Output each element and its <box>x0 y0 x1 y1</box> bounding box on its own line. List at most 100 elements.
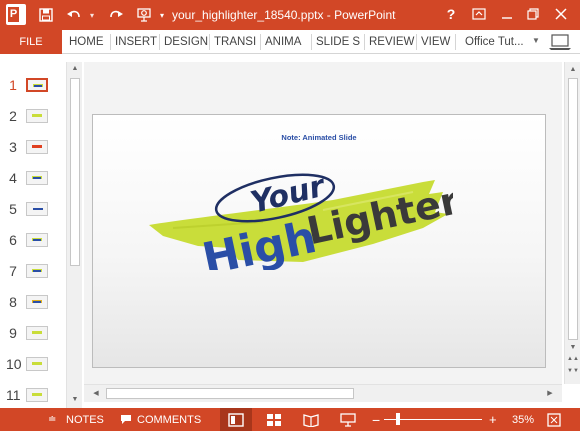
tab-slide-show[interactable]: SLIDE S <box>316 30 360 54</box>
save-icon[interactable] <box>36 5 56 25</box>
slide-horizontal-scrollbar[interactable]: ◀ ▶ <box>84 384 562 402</box>
fit-slide-icon[interactable] <box>547 408 561 431</box>
slide-thumbnail[interactable] <box>26 388 48 402</box>
horizontal-scroll-thumb[interactable] <box>106 388 354 399</box>
tab-view[interactable]: VIEW <box>421 30 450 54</box>
start-slideshow-icon[interactable] <box>134 5 154 25</box>
slide-number: 5 <box>9 201 17 217</box>
slide-thumbnail[interactable] <box>26 109 48 123</box>
normal-view-icon[interactable] <box>228 408 244 431</box>
tab-review[interactable]: REVIEW <box>369 30 414 54</box>
slide-thumbnail[interactable] <box>26 326 48 340</box>
slide-vertical-scrollbar[interactable]: ▲ ▼ ▲▲ ▼▼ <box>564 62 580 384</box>
thumbnail-row[interactable]: 10 <box>0 354 66 374</box>
scroll-right-icon[interactable]: ▶ <box>542 389 558 397</box>
tab-insert[interactable]: INSERT <box>115 30 157 54</box>
window-title: your_highlighter_18540.pptx - PowerPoint <box>172 8 396 22</box>
notes-icon[interactable]: ≐ <box>48 408 56 431</box>
slide-number: 10 <box>6 356 22 372</box>
previous-slide-icon[interactable]: ▲▲ <box>565 356 580 362</box>
zoom-in-icon[interactable]: + <box>489 408 497 431</box>
slide-number: 4 <box>9 170 17 186</box>
thumbnail-row[interactable]: 5 <box>0 199 66 219</box>
thumbnail-row[interactable]: 3 <box>0 137 66 157</box>
thumbnail-mark <box>32 331 42 334</box>
tab-animations[interactable]: ANIMA <box>265 30 301 54</box>
slide-number: 11 <box>6 387 21 403</box>
thumbnail-scroll-thumb[interactable] <box>70 78 80 266</box>
powerpoint-logo-icon[interactable]: P <box>6 4 26 25</box>
slide-canvas[interactable]: Note: Animated Slide Your High Lighter <box>92 114 546 368</box>
minimize-icon[interactable] <box>496 4 518 24</box>
slide-number: 3 <box>9 139 17 155</box>
redo-icon[interactable] <box>106 5 126 25</box>
thumbnail-row[interactable]: 9 <box>0 323 66 343</box>
thumbnail-mark <box>33 239 41 241</box>
your-highlighter-logo[interactable]: Your High Lighter <box>143 170 453 270</box>
slide-thumbnail[interactable] <box>26 140 48 154</box>
slide-thumbnail[interactable] <box>26 233 48 247</box>
thumbnail-row[interactable]: 6 <box>0 230 66 250</box>
tab-divider <box>209 34 210 50</box>
slideshow-view-icon[interactable] <box>340 408 356 431</box>
scroll-down-icon[interactable]: ▼ <box>565 344 580 351</box>
scroll-down-icon[interactable]: ▼ <box>67 396 83 403</box>
account-dropdown-icon[interactable]: ▼ <box>532 36 540 45</box>
ribbon-tabs: FILE HOME INSERT DESIGN TRANSI ANIMA SLI… <box>0 30 580 54</box>
slide-number: 2 <box>9 108 17 124</box>
slide-thumbnail-pane: 1 2 3 4 5 6 7 8 9 10 11 <box>0 62 66 408</box>
tab-divider <box>260 34 261 50</box>
slide-number: 1 <box>9 77 17 93</box>
ribbon-display-options-icon[interactable] <box>468 4 490 24</box>
zoom-percentage[interactable]: 35% <box>512 408 534 431</box>
slide-sorter-icon[interactable] <box>266 408 282 431</box>
comments-button[interactable]: COMMENTS <box>137 408 201 431</box>
laptop-avatar-icon[interactable] <box>547 33 573 51</box>
thumbnail-row[interactable]: 4 <box>0 168 66 188</box>
slide-number: 9 <box>9 325 17 341</box>
slide-scroll-thumb[interactable] <box>568 78 578 340</box>
restore-icon[interactable] <box>522 4 544 24</box>
tab-transitions[interactable]: TRANSI <box>214 30 256 54</box>
zoom-slider-knob[interactable] <box>396 413 400 425</box>
close-icon[interactable] <box>550 4 572 24</box>
scroll-up-icon[interactable]: ▲ <box>67 65 83 72</box>
thumbnail-mark <box>32 362 42 365</box>
tab-file[interactable]: FILE <box>0 30 62 54</box>
thumbnail-mark <box>34 85 42 87</box>
slide-thumbnail[interactable] <box>26 171 48 185</box>
thumbnail-mark <box>32 114 42 117</box>
help-icon[interactable]: ? <box>440 4 462 24</box>
undo-dropdown-icon[interactable]: ▾ <box>86 5 98 25</box>
slide-thumbnail[interactable] <box>26 264 48 278</box>
thumbnail-mark <box>32 145 42 148</box>
slide-editor: Note: Animated Slide Your High Lighter <box>84 62 562 384</box>
tab-home[interactable]: HOME <box>69 30 104 54</box>
thumbnail-row[interactable]: 2 <box>0 106 66 126</box>
thumbnail-row[interactable]: 7 <box>0 261 66 281</box>
scroll-up-icon[interactable]: ▲ <box>565 66 580 73</box>
slide-thumbnail[interactable] <box>26 202 48 216</box>
customize-toolbar-icon[interactable]: ▾ <box>156 5 168 25</box>
reading-view-icon[interactable] <box>303 408 319 431</box>
comments-icon[interactable] <box>120 408 132 431</box>
slide-thumbnail[interactable] <box>26 78 48 92</box>
tab-design[interactable]: DESIGN <box>164 30 208 54</box>
slide-thumbnail[interactable] <box>26 357 48 371</box>
thumbnail-scrollbar[interactable]: ▲ ▼ <box>66 62 82 408</box>
title-bar: P ▾ ▾ your_highlighter_18540.pptx - Powe… <box>0 0 580 30</box>
zoom-out-icon[interactable]: − <box>372 408 380 431</box>
slide-number: 6 <box>9 232 17 248</box>
status-bar: ≐ NOTES COMMENTS − + 35% <box>0 408 580 431</box>
slide-note-text[interactable]: Note: Animated Slide <box>93 133 545 142</box>
account-name[interactable]: Office Tut... <box>465 30 524 54</box>
powerpoint-window: P ▾ ▾ your_highlighter_18540.pptx - Powe… <box>0 0 580 431</box>
undo-icon[interactable] <box>64 5 84 25</box>
thumbnail-row[interactable]: 11 <box>0 385 66 405</box>
next-slide-icon[interactable]: ▼▼ <box>565 368 580 374</box>
notes-button[interactable]: NOTES <box>66 408 104 431</box>
slide-thumbnail[interactable] <box>26 295 48 309</box>
thumbnail-row[interactable]: 8 <box>0 292 66 312</box>
scroll-left-icon[interactable]: ◀ <box>88 389 104 397</box>
thumbnail-row[interactable]: 1 <box>0 75 66 95</box>
